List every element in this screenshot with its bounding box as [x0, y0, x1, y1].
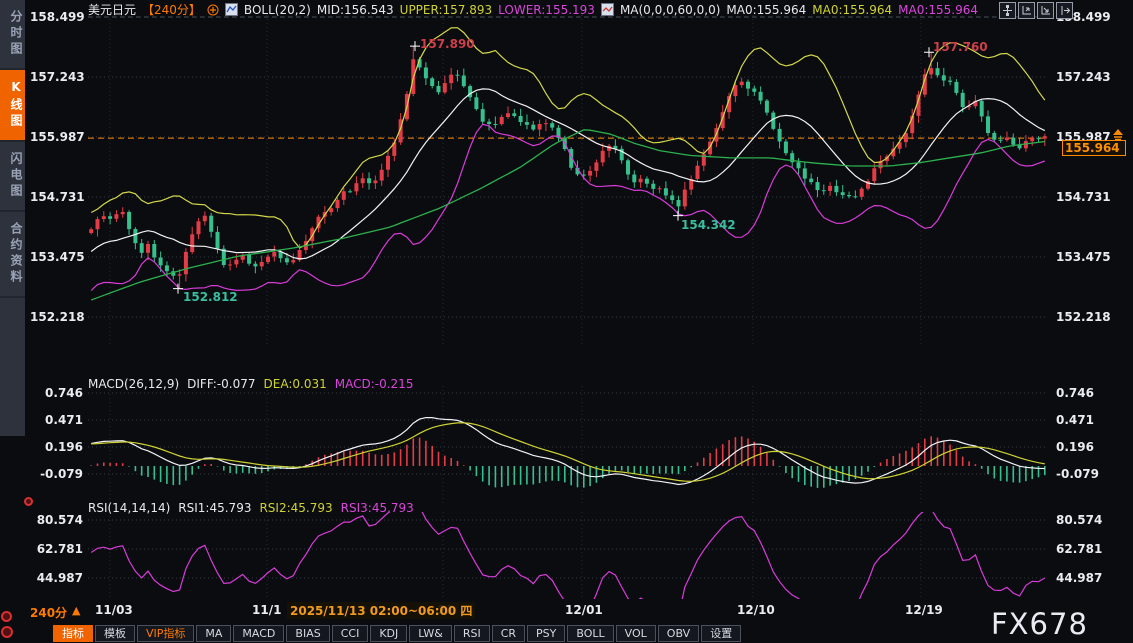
boll-upper-value: UPPER:157.893 — [400, 3, 492, 17]
sidebar-tab-4[interactable]: 合约资料 — [0, 212, 25, 298]
price-extreme-label: 152.812 — [183, 290, 238, 304]
axis-tick: -0.079 — [1056, 467, 1128, 481]
price-extreme-label: 157.890 — [420, 37, 475, 51]
axis-tick: 80.574 — [30, 513, 83, 527]
rsi-header: RSI(14,14,14) RSI1:45.793 RSI2:45.793 RS… — [88, 501, 414, 515]
toolbar-button-CR[interactable]: CR — [492, 625, 525, 642]
timeframe-label[interactable]: 240分 — [30, 604, 67, 621]
axis-tick: 0.196 — [30, 440, 83, 454]
chart-canvas[interactable] — [0, 0, 1133, 643]
date-tick: 12/19 — [905, 603, 943, 617]
ma-label: MA(0,0,0,60,0,0) — [620, 3, 720, 17]
add-indicator-icon[interactable] — [207, 4, 219, 16]
toolbar-button-KDJ[interactable]: KDJ — [370, 625, 407, 642]
boll-lower-value: LOWER:155.193 — [498, 3, 595, 17]
chart-tool-buttons — [999, 2, 1073, 19]
date-tick: 11/03 — [95, 603, 133, 617]
toolbar-button-VOL[interactable]: VOL — [616, 625, 656, 642]
axis-tick: 0.471 — [30, 413, 83, 427]
axis-tick: 62.781 — [30, 542, 83, 556]
bar-time-tooltip: 2025/11/13 02:00~06:00 四 — [287, 602, 475, 619]
record-dot-icon-2[interactable] — [1, 626, 13, 638]
axis-tick: 62.781 — [1056, 542, 1128, 556]
axis-tick: 153.475 — [30, 250, 83, 264]
axis-tick: -0.079 — [30, 467, 83, 481]
toolbar-button-设置[interactable]: 设置 — [701, 625, 741, 642]
toolbar-button-VIP指标[interactable]: VIP指标 — [137, 625, 194, 642]
date-tick: 12/01 — [565, 603, 603, 617]
toolbar-button-BIAS[interactable]: BIAS — [286, 625, 329, 642]
toolbar-button-CCI[interactable]: CCI — [332, 625, 369, 642]
brand-watermark: FX678 — [991, 607, 1088, 641]
boll-label: BOLL(20,2) — [244, 3, 311, 17]
toolbar-button-BOLL[interactable]: BOLL — [567, 625, 613, 642]
ma-chart-icon[interactable] — [601, 3, 614, 16]
axis-tick: 154.731 — [1056, 190, 1128, 204]
boll-mid-value: MID:156.543 — [317, 3, 394, 17]
toolbar-button-模板[interactable]: 模板 — [95, 625, 135, 642]
axis-tick: 152.218 — [1056, 310, 1128, 324]
axis-tick: 153.475 — [1056, 250, 1128, 264]
toolbar-button-RSI[interactable]: RSI — [454, 625, 490, 642]
axis-tick: 158.499 — [30, 10, 83, 24]
trading-app: 分时图K线图闪电图合约资料 美元日元 【240分】 BOLL(20,2) MID… — [0, 0, 1133, 643]
axis-tick: 0.746 — [1056, 386, 1128, 400]
axis-tick: 157.243 — [30, 70, 83, 84]
panel-alert-dot-icon[interactable] — [24, 497, 33, 506]
sidebar-tab-1[interactable]: 分时图 — [0, 0, 25, 70]
axis-tick: 80.574 — [1056, 513, 1128, 527]
record-dot-icon[interactable] — [1, 611, 12, 622]
axis-tick: 44.987 — [1056, 571, 1128, 585]
date-tick: 11/1 — [252, 603, 281, 617]
price-extreme-label: 154.342 — [681, 218, 736, 232]
sidebar-tab-2[interactable]: K线图 — [0, 70, 25, 142]
sidebar-tab-3[interactable]: 闪电图 — [0, 142, 25, 212]
toolbar-button-指标[interactable]: 指标 — [53, 625, 93, 642]
axis-tick: 0.746 — [30, 386, 83, 400]
zoom-in-axis-icon[interactable] — [1018, 2, 1035, 19]
toolbar-button-LW&[interactable]: LW& — [409, 625, 452, 642]
crosshair-tool-icon[interactable] — [999, 2, 1016, 19]
toolbar-button-OBV[interactable]: OBV — [658, 625, 699, 642]
axis-tick: 0.196 — [1056, 440, 1128, 454]
date-tick: 12/10 — [737, 603, 775, 617]
axis-tick: 154.731 — [30, 190, 83, 204]
macd-diff-value: DIFF:-0.077 — [187, 377, 255, 391]
axis-tick: 157.243 — [1056, 70, 1128, 84]
boll-chart-icon[interactable] — [225, 3, 238, 16]
price-extreme-label: 157.760 — [933, 40, 988, 54]
rsi-params: RSI(14,14,14) — [88, 501, 170, 515]
toolbar-button-MACD[interactable]: MACD — [233, 625, 284, 642]
axis-tick: 155.987 — [30, 130, 83, 144]
axis-tick: 0.471 — [1056, 413, 1128, 427]
axis-tick: 152.218 — [30, 310, 83, 324]
indicator-toolbar: 指标模板VIP指标MAMACDBIASCCIKDJLW&RSICRPSYBOLL… — [53, 625, 741, 642]
last-price-tag: 155.964 — [1062, 140, 1126, 156]
zoom-out-axis-icon[interactable] — [1037, 2, 1054, 19]
macd-macd-value: MACD:-0.215 — [335, 377, 414, 391]
sidebar: 分时图K线图闪电图合约资料 — [0, 0, 25, 436]
macd-header: MACD(26,12,9) DIFF:-0.077 DEA:0.031 MACD… — [88, 377, 413, 391]
toolbar-button-PSY[interactable]: PSY — [527, 625, 565, 642]
rsi1-value: RSI1:45.793 — [178, 501, 251, 515]
chart-header: 美元日元 【240分】 BOLL(20,2) MID:156.543 UPPER… — [88, 1, 978, 18]
rsi2-value: RSI2:45.793 — [259, 501, 332, 515]
rsi3-value: RSI3:45.793 — [341, 501, 414, 515]
ma0-value-3: MA0:155.964 — [898, 3, 978, 17]
timeframe-arrow-icon[interactable]: ▲ — [72, 604, 80, 617]
pan-right-icon[interactable] — [1056, 2, 1073, 19]
macd-dea-value: DEA:0.031 — [264, 377, 327, 391]
symbol-name: 美元日元 — [88, 1, 136, 18]
toolbar-button-MA[interactable]: MA — [196, 625, 231, 642]
ma0-value-1: MA0:155.964 — [726, 3, 806, 17]
ma0-value-2: MA0:155.964 — [812, 3, 892, 17]
period-tag: 【240分】 — [142, 1, 201, 18]
macd-params: MACD(26,12,9) — [88, 377, 179, 391]
axis-tick: 44.987 — [30, 571, 83, 585]
